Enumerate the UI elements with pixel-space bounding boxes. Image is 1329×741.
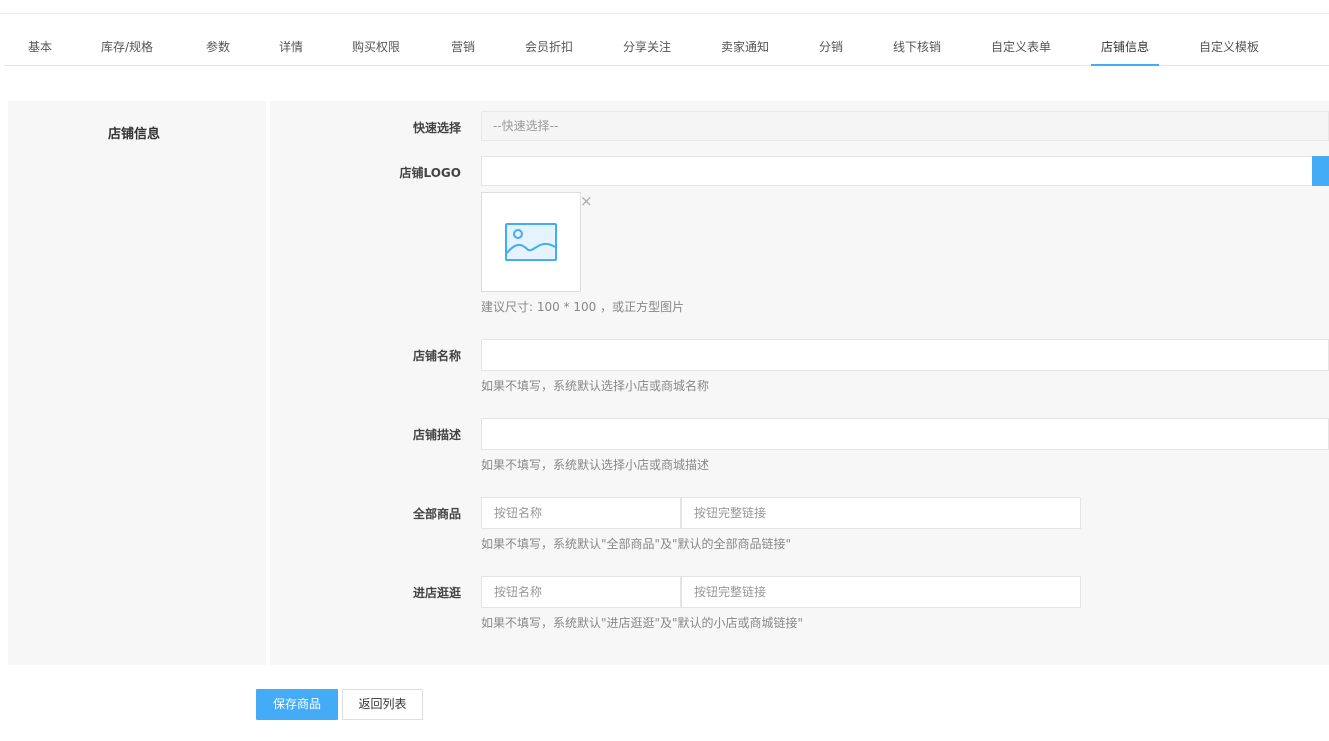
tab-marketing[interactable]: 营销 — [451, 30, 475, 66]
tab-bar: 基本 库存/规格 参数 详情 购买权限 营销 会员折扣 分享关注 卖家通知 分销… — [4, 30, 1329, 66]
logo-select-button[interactable] — [1312, 156, 1329, 186]
remove-logo-icon[interactable]: × — [580, 194, 593, 209]
tab-custom-form[interactable]: 自定义表单 — [991, 30, 1051, 66]
tab-custom-template[interactable]: 自定义模板 — [1199, 30, 1259, 66]
tab-member-discount[interactable]: 会员折扣 — [525, 30, 573, 66]
visit-shop-hint: 如果不填写，系统默认"进店逛逛"及"默认的小店或商城链接" — [481, 616, 804, 630]
shop-name-input[interactable] — [481, 339, 1329, 371]
all-goods-link-input[interactable] — [681, 497, 1081, 529]
tab-seller-notify[interactable]: 卖家通知 — [721, 30, 769, 66]
quick-select-label: 快速选择 — [412, 121, 461, 135]
shop-name-label: 店铺名称 — [412, 349, 461, 363]
top-divider — [0, 13, 1329, 14]
tab-details[interactable]: 详情 — [279, 30, 303, 66]
tab-params[interactable]: 参数 — [206, 30, 230, 66]
visit-shop-name-input[interactable] — [481, 576, 681, 608]
shop-desc-input[interactable] — [481, 418, 1329, 450]
logo-label: 店铺LOGO — [399, 166, 461, 180]
logo-url-input[interactable] — [481, 156, 1329, 186]
shop-name-hint: 如果不填写，系统默认选择小店或商城名称 — [481, 379, 710, 393]
logo-hint: 建议尺寸: 100 * 100 ，或正方型图片 — [481, 300, 685, 314]
form-panel: 快速选择 --快速选择-- 店铺LOGO × 建议尺寸: 100 * 100 ，… — [270, 101, 1329, 665]
image-placeholder-icon — [505, 223, 557, 261]
all-goods-hint: 如果不填写，系统默认"全部商品"及"默认的全部商品链接" — [481, 537, 792, 551]
tab-purchase-permission[interactable]: 购买权限 — [352, 30, 400, 66]
tab-offline-verify[interactable]: 线下核销 — [893, 30, 941, 66]
tab-basic[interactable]: 基本 — [28, 30, 52, 66]
quick-select-dropdown[interactable]: --快速选择-- — [481, 111, 1329, 141]
shop-desc-label: 店铺描述 — [412, 428, 461, 442]
back-to-list-button[interactable]: 返回列表 — [342, 689, 423, 720]
tab-distribution[interactable]: 分销 — [819, 30, 843, 66]
save-goods-button[interactable]: 保存商品 — [256, 689, 338, 720]
section-sidebar: 店铺信息 — [8, 101, 266, 665]
visit-shop-link-input[interactable] — [681, 576, 1081, 608]
visit-shop-label: 进店逛逛 — [412, 586, 461, 600]
tab-shop-info[interactable]: 店铺信息 — [1091, 30, 1160, 66]
tab-share-follow[interactable]: 分享关注 — [623, 30, 671, 66]
all-goods-name-input[interactable] — [481, 497, 681, 529]
tab-stock-spec[interactable]: 库存/规格 — [101, 30, 153, 66]
section-title: 店铺信息 — [107, 127, 160, 142]
logo-thumbnail[interactable] — [481, 192, 581, 292]
shop-desc-hint: 如果不填写，系统默认选择小店或商城描述 — [481, 458, 710, 472]
all-goods-label: 全部商品 — [412, 507, 461, 521]
